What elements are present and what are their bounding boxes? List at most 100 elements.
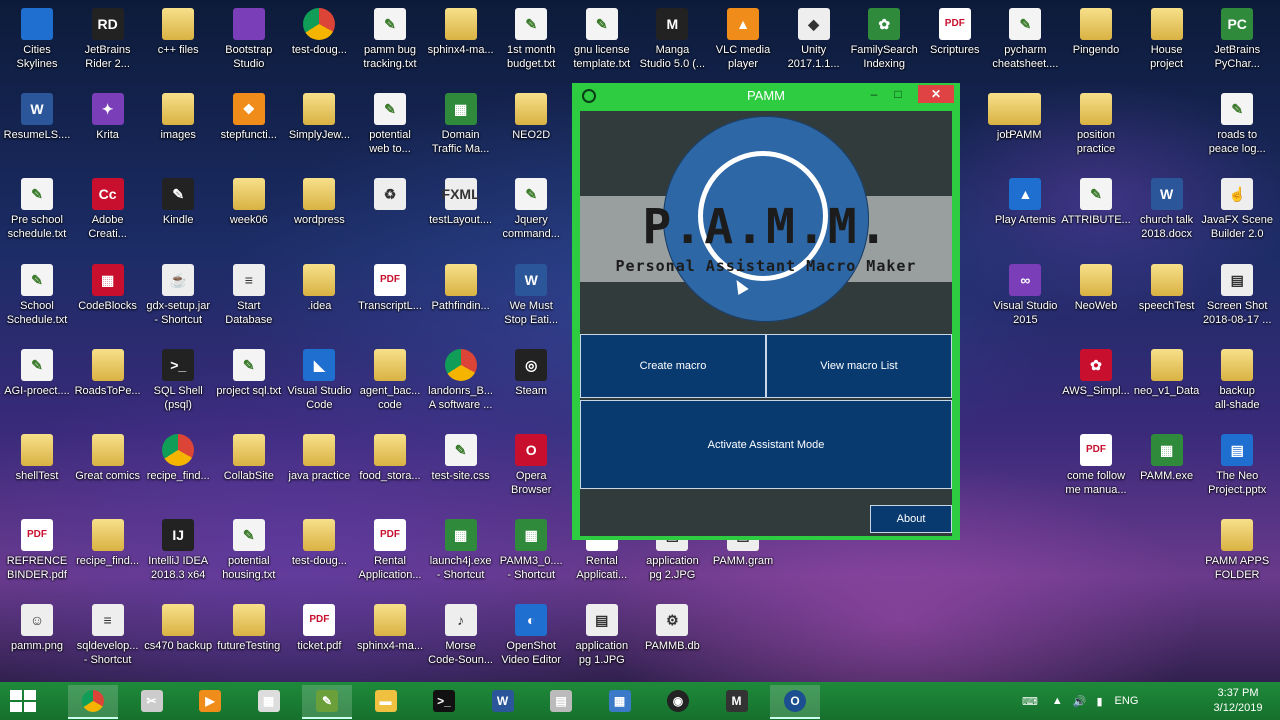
desktop-icon[interactable]: ♪ Morse Code-Soun...: [425, 600, 497, 667]
desktop-icon[interactable]: House project: [1131, 4, 1203, 71]
desktop-icon[interactable]: .idea: [283, 260, 355, 313]
desktop-icon[interactable]: sphinx4-ma...: [425, 4, 497, 57]
desktop-icon[interactable]: ❖ stepfuncti...: [213, 89, 285, 142]
desktop-icon[interactable]: ▤ Screen Shot 2018-08-17 ...: [1201, 260, 1273, 327]
desktop-icon[interactable]: ▦ PAMM3_0.... - Shortcut: [495, 515, 567, 582]
desktop-icon[interactable]: neo_v1_Data: [1131, 345, 1203, 398]
taskbar-manga-studio-button[interactable]: M: [712, 685, 762, 717]
desktop-icon[interactable]: backup all-shade: [1201, 345, 1273, 412]
desktop-icon[interactable]: IJ IntelliJ IDEA 2018.3 x64: [142, 515, 214, 582]
desktop-icon[interactable]: ✿ AWS_Simpl...: [1060, 345, 1132, 398]
close-button[interactable]: ✕: [918, 85, 954, 103]
desktop-icon[interactable]: M Manga Studio 5.0 (...: [636, 4, 708, 71]
desktop-icon[interactable]: ◐ OpenShot Video Editor: [495, 600, 567, 667]
desktop-icon[interactable]: recipe_find...: [142, 430, 214, 483]
desktop-icon[interactable]: ✎ ATTRIBUTE...: [1060, 174, 1132, 227]
desktop-icon[interactable]: landonrs_B... A software ...: [425, 345, 497, 412]
desktop-icon[interactable]: ✎ pamm bug tracking.txt: [354, 4, 426, 71]
taskbar-word-button[interactable]: W: [478, 685, 528, 717]
desktop-icon[interactable]: ✎ potential web to...: [354, 89, 426, 156]
taskbar-cmd-button[interactable]: >_: [419, 685, 469, 717]
title-bar[interactable]: PAMM – □ ✕: [572, 83, 960, 109]
keyboard-icon[interactable]: ⌨: [1022, 695, 1038, 708]
network-icon[interactable]: ▮: [1096, 695, 1102, 708]
desktop-icon[interactable]: W We Must Stop Eati...: [495, 260, 567, 327]
desktop-icon[interactable]: java practice: [283, 430, 355, 483]
desktop-icon[interactable]: ◎ Steam: [495, 345, 567, 398]
desktop-icon[interactable]: food_stora...: [354, 430, 426, 483]
desktop-icon[interactable]: ≡ Start Database: [213, 260, 285, 327]
desktop-icon[interactable]: ✎ gnu license template.txt: [566, 4, 638, 71]
taskbar-chrome-button[interactable]: [68, 685, 118, 719]
desktop-icon[interactable]: PAMM: [989, 89, 1061, 142]
desktop-icon[interactable]: wordpress: [283, 174, 355, 227]
desktop-icon[interactable]: Cc Adobe Creati...: [72, 174, 144, 241]
desktop-icon[interactable]: ▦ CodeBlocks: [72, 260, 144, 313]
desktop-icon[interactable]: cs470 backup: [142, 600, 214, 653]
desktop-icon[interactable]: Great comics: [72, 430, 144, 483]
desktop-icon[interactable]: ✎ Pre school schedule.txt: [1, 174, 73, 241]
desktop-icon[interactable]: Pingendo: [1060, 4, 1132, 57]
desktop-icon[interactable]: ▦ PAMM.exe: [1131, 430, 1203, 483]
desktop-icon[interactable]: ✎ 1st month budget.txt: [495, 4, 567, 71]
language-indicator[interactable]: ENG: [1115, 695, 1139, 707]
desktop-icon[interactable]: Wchurch talk 2018.docx: [1131, 174, 1203, 241]
desktop-icon[interactable]: ▲ VLC media player: [707, 4, 779, 71]
desktop-icon[interactable]: ☕ gdx-setup.jar - Shortcut: [142, 260, 214, 327]
minimize-button[interactable]: –: [866, 85, 882, 103]
desktop-icon[interactable]: recipe_find...: [72, 515, 144, 568]
desktop-icon[interactable]: agent_bac... code: [354, 345, 426, 412]
taskbar-photos-button[interactable]: ▤: [536, 685, 586, 717]
desktop-icon[interactable]: RD JetBrains Rider 2...: [72, 4, 144, 71]
desktop-icon[interactable]: PDF Scriptures: [919, 4, 991, 57]
desktop-icon[interactable]: SimplyJew...: [283, 89, 355, 142]
desktop-icon[interactable]: ✦ Krita: [72, 89, 144, 142]
desktop-icon[interactable]: ▤ application pg 1.JPG: [566, 600, 638, 667]
taskbar-control-panel-button[interactable]: ▦: [595, 685, 645, 717]
chevron-up-icon[interactable]: ▲: [1052, 695, 1063, 707]
taskbar-snipping-button[interactable]: ✂: [127, 685, 177, 717]
desktop-icon[interactable]: ✎ Jquery command...: [495, 174, 567, 241]
taskbar-obs-button[interactable]: ◉: [653, 685, 703, 717]
desktop-icon[interactable]: ✎ test-site.css: [425, 430, 497, 483]
desktop-icon[interactable]: Cities Skylines: [1, 4, 73, 71]
taskbar-calculator-button[interactable]: ▦: [244, 685, 294, 717]
desktop-icon[interactable]: speechTest: [1131, 260, 1203, 313]
desktop-icon[interactable]: PDF come follow me manua...: [1060, 430, 1132, 497]
desktop-icon[interactable]: >_ SQL Shell (psql): [142, 345, 214, 412]
taskbar-explorer-button[interactable]: ▬: [361, 685, 411, 717]
taskbar-pamm-button[interactable]: O: [770, 685, 820, 719]
desktop-icon[interactable]: W ResumeLS....: [1, 89, 73, 142]
desktop-icon[interactable]: PC JetBrains PyChar...: [1201, 4, 1273, 71]
desktop-icon[interactable]: ▦ Domain Traffic Ma...: [425, 89, 497, 156]
desktop-icon[interactable]: ▤ The Neo Project.pptx: [1201, 430, 1273, 497]
start-button[interactable]: [10, 690, 36, 712]
desktop-icon[interactable]: PDF ticket.pdf: [283, 600, 355, 653]
taskbar-media-button[interactable]: ▶: [185, 685, 235, 717]
desktop-icon[interactable]: ✎ project sql.txt: [213, 345, 285, 398]
desktop-icon[interactable]: shellTest: [1, 430, 73, 483]
desktop-icon[interactable]: test-doug...: [283, 4, 355, 57]
desktop-icon[interactable]: ▦ launch4j.exe - Shortcut: [425, 515, 497, 582]
volume-icon[interactable]: 🔊: [1073, 695, 1087, 708]
desktop-icon[interactable]: ✎ pycharm cheatsheet....: [989, 4, 1061, 71]
desktop-icon[interactable]: position practice: [1060, 89, 1132, 156]
desktop-icon[interactable]: ◆ Unity 2017.1.1...: [778, 4, 850, 71]
desktop-icon[interactable]: ✿ FamilySearch Indexing: [848, 4, 920, 71]
desktop-icon[interactable]: Pathfindin...: [425, 260, 497, 313]
desktop-icon[interactable]: c++ files: [142, 4, 214, 57]
taskbar-notepad-button[interactable]: ✎: [302, 685, 352, 719]
desktop-icon[interactable]: futureTesting: [213, 600, 285, 653]
desktop-icon[interactable]: ✎ potential housing.txt: [213, 515, 285, 582]
desktop-icon[interactable]: ⚙ PAMMB.db: [636, 600, 708, 653]
desktop-icon[interactable]: ✎ School Schedule.txt: [1, 260, 73, 327]
desktop-icon[interactable]: NeoWeb: [1060, 260, 1132, 313]
maximize-button[interactable]: □: [890, 85, 906, 103]
desktop-icon[interactable]: PDF REFRENCE BINDER.pdf: [1, 515, 73, 582]
desktop-icon[interactable]: ✎ roads to peace log...: [1201, 89, 1273, 156]
view-macro-list-button[interactable]: View macro List: [766, 334, 952, 398]
desktop-icon[interactable]: O Opera Browser: [495, 430, 567, 497]
desktop-icon[interactable]: ≡ sqldevelop... - Shortcut: [72, 600, 144, 667]
desktop-icon[interactable]: PAMM APPS FOLDER: [1201, 515, 1273, 582]
desktop-icon[interactable]: PDF TranscriptL...: [354, 260, 426, 313]
